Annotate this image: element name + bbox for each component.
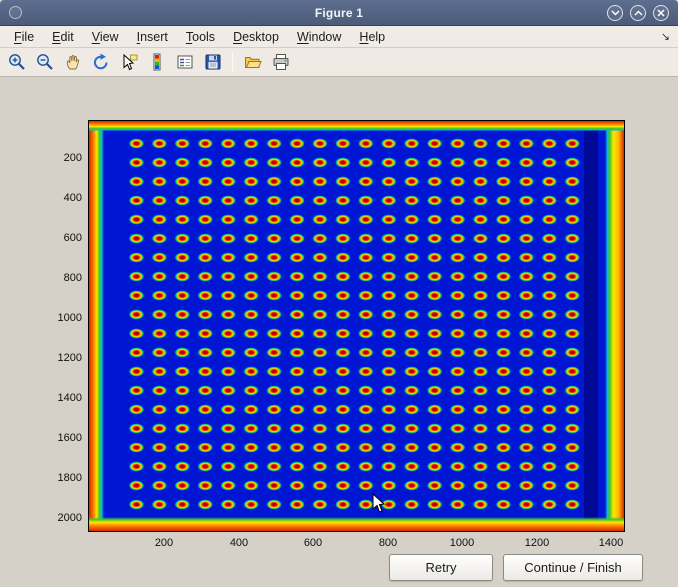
print-figure-button[interactable] xyxy=(268,50,293,75)
figure-toolbar xyxy=(0,48,678,77)
heatmap-spot-grid xyxy=(125,134,584,514)
y-tick-label: 1800 xyxy=(34,472,82,484)
window-menu-icon[interactable] xyxy=(9,6,22,19)
x-tick-label: 1000 xyxy=(437,537,487,550)
x-tick-label: 1400 xyxy=(586,537,636,550)
y-tick-label: 200 xyxy=(34,152,82,164)
menu-view[interactable]: View xyxy=(83,28,128,46)
printer-icon xyxy=(271,52,291,72)
maximize-button[interactable] xyxy=(630,5,646,21)
menu-insert[interactable]: Insert xyxy=(128,28,177,46)
y-tick-label: 800 xyxy=(34,272,82,284)
pan-button[interactable] xyxy=(60,50,85,75)
menu-bar: File Edit View Insert Tools Desktop Wind… xyxy=(0,26,678,48)
menu-help[interactable]: Help xyxy=(350,28,394,46)
data-cursor-button[interactable] xyxy=(116,50,141,75)
zoom-out-icon xyxy=(35,52,55,72)
y-tick-label: 2000 xyxy=(34,512,82,524)
insert-colorbar-button[interactable] xyxy=(144,50,169,75)
continue-finish-button[interactable]: Continue / Finish xyxy=(503,554,643,581)
hand-icon xyxy=(63,52,83,72)
mouse-cursor xyxy=(372,493,386,514)
figure-canvas: 200 400 600 800 1000 1200 1400 1600 1800… xyxy=(0,77,678,587)
x-tick-label: 200 xyxy=(139,537,189,550)
menu-tools[interactable]: Tools xyxy=(177,28,224,46)
zoom-out-button[interactable] xyxy=(32,50,57,75)
data-cursor-icon xyxy=(119,52,139,72)
save-figure-button[interactable] xyxy=(200,50,225,75)
y-tick-label: 1400 xyxy=(34,392,82,404)
menu-file[interactable]: File xyxy=(5,28,43,46)
menu-desktop[interactable]: Desktop xyxy=(224,28,288,46)
colorbar-icon xyxy=(147,52,167,72)
open-folder-icon xyxy=(243,52,263,72)
y-tick-label: 1600 xyxy=(34,432,82,444)
menu-overflow-arrow[interactable]: ↘ xyxy=(661,30,670,43)
zoom-in-icon xyxy=(7,52,27,72)
chevron-down-icon xyxy=(611,10,620,16)
menu-edit[interactable]: Edit xyxy=(43,28,83,46)
y-tick-label: 1000 xyxy=(34,312,82,324)
titlebar[interactable]: Figure 1 xyxy=(0,0,678,26)
window-title: Figure 1 xyxy=(0,6,678,20)
chevron-up-icon xyxy=(634,10,643,16)
legend-icon xyxy=(175,52,195,72)
retry-button[interactable]: Retry xyxy=(389,554,493,581)
x-tick-label: 400 xyxy=(214,537,264,550)
menu-window[interactable]: Window xyxy=(288,28,350,46)
zoom-in-button[interactable] xyxy=(4,50,29,75)
image-plot[interactable] xyxy=(88,120,625,532)
x-tick-label: 600 xyxy=(288,537,338,550)
insert-legend-button[interactable] xyxy=(172,50,197,75)
y-tick-label: 600 xyxy=(34,232,82,244)
save-icon xyxy=(203,52,223,72)
close-icon xyxy=(657,9,665,17)
minimize-button[interactable] xyxy=(607,5,623,21)
rotate-3d-button[interactable] xyxy=(88,50,113,75)
open-file-button[interactable] xyxy=(240,50,265,75)
x-tick-label: 800 xyxy=(363,537,413,550)
rotate-3d-icon xyxy=(91,52,111,72)
toolbar-separator xyxy=(232,52,233,72)
y-tick-label: 400 xyxy=(34,192,82,204)
x-tick-label: 1200 xyxy=(512,537,562,550)
close-button[interactable] xyxy=(653,5,669,21)
y-tick-label: 1200 xyxy=(34,352,82,364)
figure-window: Figure 1 File Edit View Insert Tools Des… xyxy=(0,0,678,587)
